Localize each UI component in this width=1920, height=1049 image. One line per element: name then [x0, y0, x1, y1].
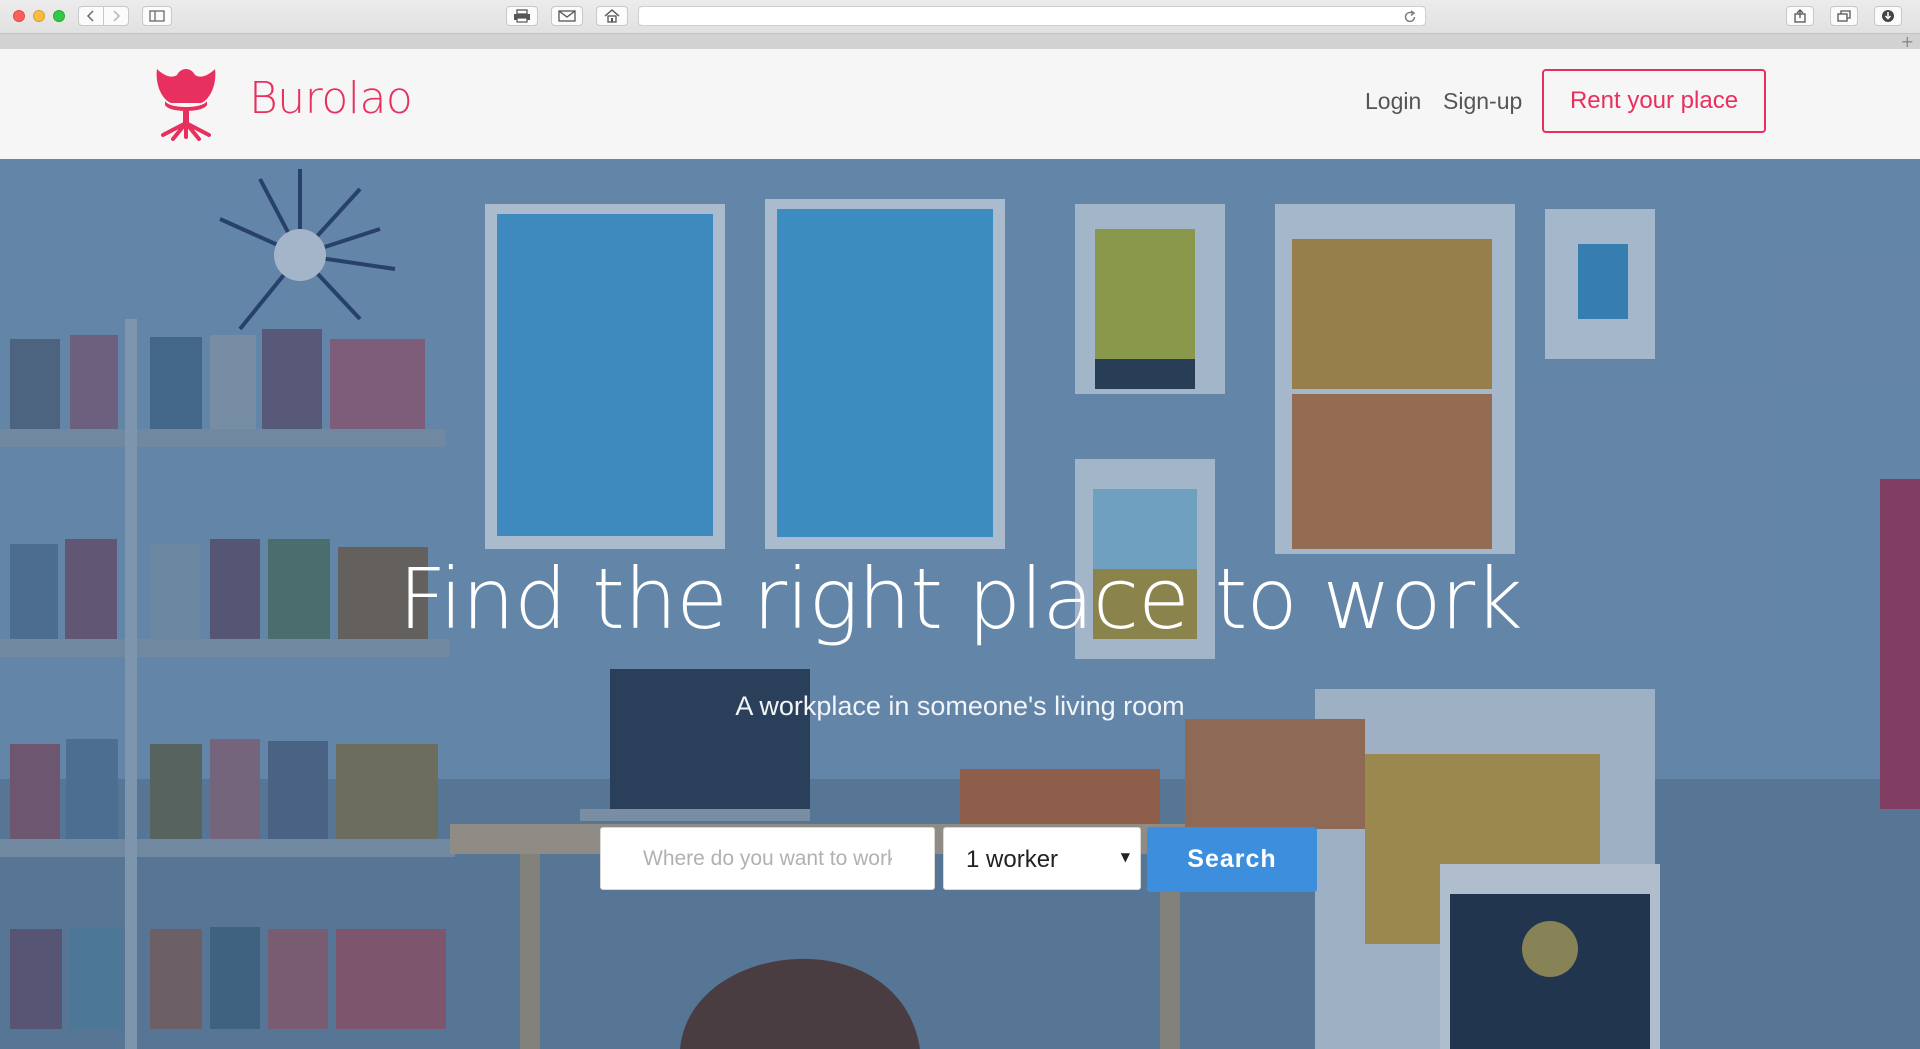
tab-strip: + — [0, 32, 1920, 51]
workers-selected-value: 1 worker — [966, 846, 1059, 873]
forward-icon — [113, 10, 121, 22]
forward-button[interactable] — [103, 6, 129, 26]
share-icon — [1794, 9, 1806, 23]
tabs-icon — [1837, 10, 1851, 22]
downloads-button[interactable] — [1874, 6, 1902, 26]
search-button[interactable]: Search — [1147, 827, 1317, 892]
sidebar-icon — [149, 10, 165, 22]
browser-toolbar — [0, 0, 1920, 33]
print-icon — [514, 9, 530, 23]
download-icon — [1882, 10, 1894, 22]
sidebar-toggle-button[interactable] — [142, 6, 172, 26]
back-icon — [86, 10, 94, 22]
home-button[interactable] — [596, 6, 628, 26]
login-link[interactable]: Login — [1365, 87, 1421, 115]
hero-title: Find the right place to work — [398, 550, 1523, 648]
site-header: Burolao Login Sign-up Rent your place — [0, 49, 1920, 159]
back-button[interactable] — [78, 6, 104, 26]
home-icon — [604, 9, 620, 23]
print-button[interactable] — [506, 6, 538, 26]
chair-logo-icon[interactable] — [151, 61, 221, 141]
window-close-button[interactable] — [13, 10, 25, 22]
browser-chrome: + — [0, 0, 1920, 51]
tab-overview-button[interactable] — [1830, 6, 1858, 26]
caret-down-icon: ▼ — [1120, 850, 1130, 864]
address-bar[interactable] — [638, 6, 1426, 26]
hero-subtitle: A workplace in someone's living room — [735, 691, 1185, 721]
window-maximize-button[interactable] — [53, 10, 65, 22]
signup-link[interactable]: Sign-up — [1443, 87, 1522, 115]
mail-button[interactable] — [551, 6, 583, 26]
brand-name[interactable]: Burolao — [249, 71, 413, 127]
hero-section: Find the right place to work A workplace… — [0, 159, 1920, 1049]
window-minimize-button[interactable] — [33, 10, 45, 22]
reload-icon[interactable] — [1403, 10, 1417, 24]
rent-your-place-button[interactable]: Rent your place — [1542, 69, 1766, 133]
share-button[interactable] — [1786, 6, 1814, 26]
location-search-input[interactable] — [600, 827, 935, 890]
mail-icon — [558, 10, 576, 22]
search-form: 1 worker ▼ Search — [600, 827, 1320, 892]
workers-select[interactable]: 1 worker ▼ — [943, 827, 1141, 890]
